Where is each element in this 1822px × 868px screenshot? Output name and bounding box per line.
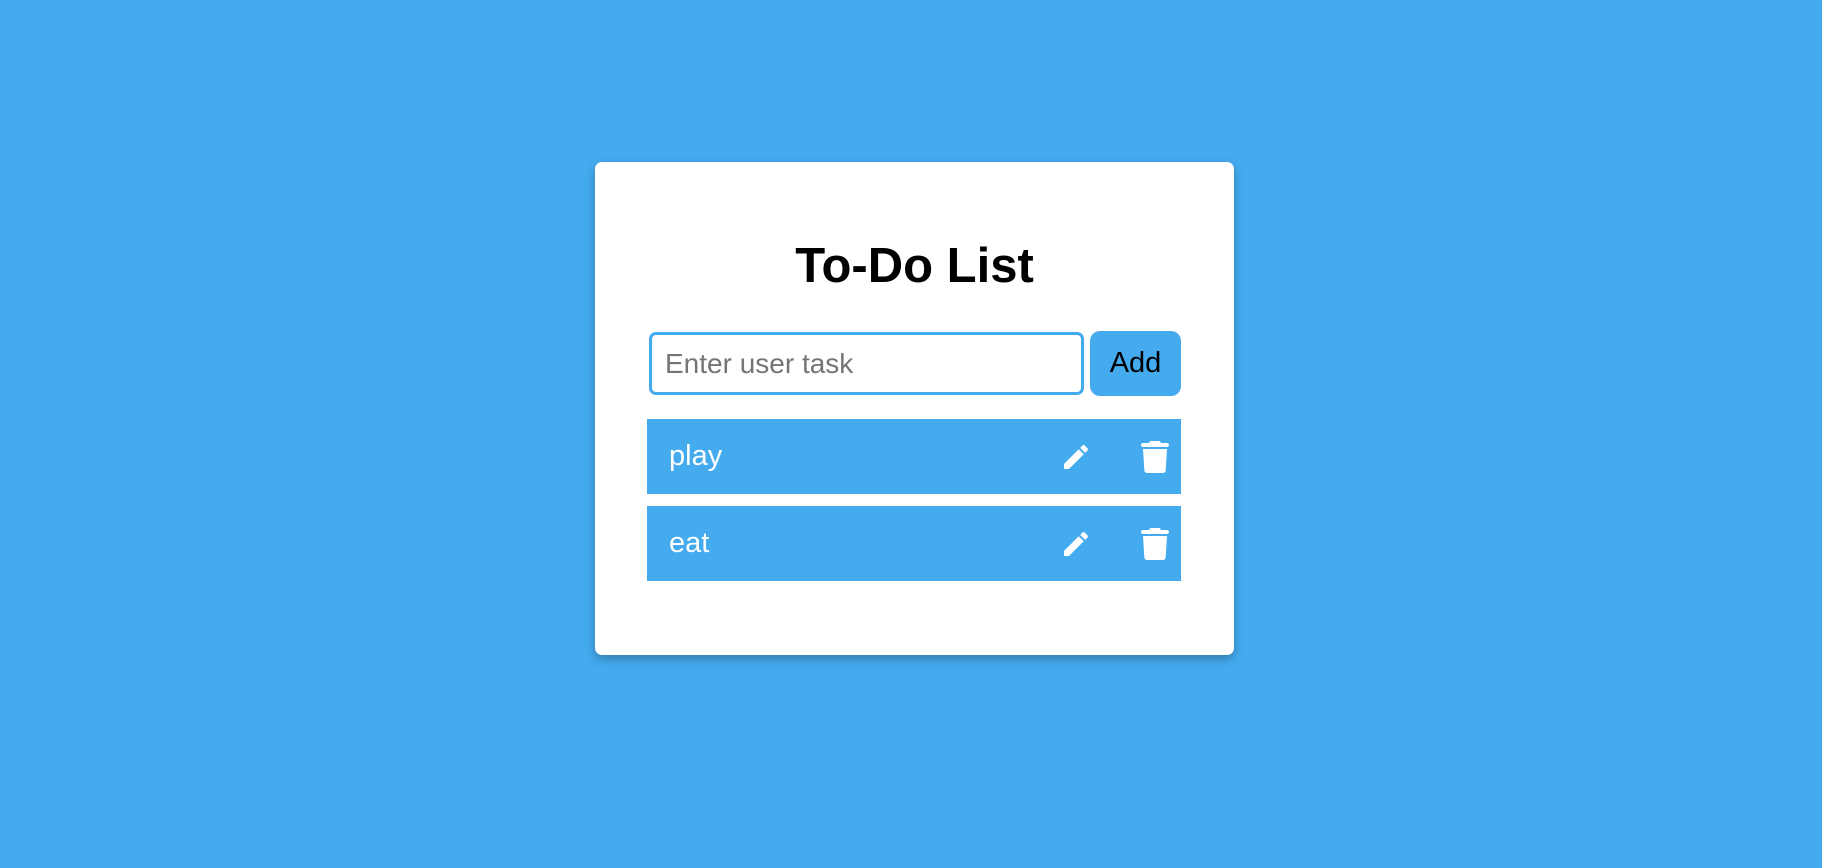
task-item: play (647, 419, 1181, 494)
task-text: play (669, 440, 723, 472)
edit-button[interactable] (1058, 439, 1094, 475)
task-item: eat (647, 506, 1181, 581)
edit-button[interactable] (1058, 526, 1094, 562)
task-input[interactable] (649, 332, 1084, 395)
trash-icon (1141, 528, 1169, 560)
pencil-icon (1064, 444, 1089, 469)
delete-button[interactable] (1137, 526, 1173, 562)
add-button[interactable]: Add (1090, 331, 1181, 396)
task-text: eat (669, 527, 710, 559)
todo-card: To-Do List Add play eat (595, 162, 1234, 655)
trash-icon (1141, 441, 1169, 473)
page-title: To-Do List (795, 239, 1034, 293)
pencil-icon (1064, 531, 1089, 556)
delete-button[interactable] (1137, 439, 1173, 475)
task-list: play eat (647, 419, 1181, 593)
